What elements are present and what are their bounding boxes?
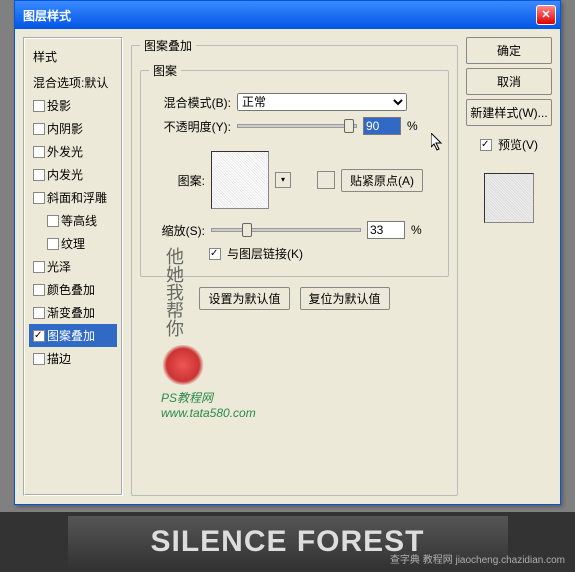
sidebar-label-7: 光泽: [47, 258, 71, 275]
sidebar-checkbox-8[interactable]: [33, 284, 45, 296]
snap-icon-button[interactable]: [317, 171, 335, 189]
opacity-suffix: %: [407, 119, 418, 133]
sidebar-blending-options[interactable]: 混合选项:默认: [29, 71, 117, 94]
opacity-label: 不透明度(Y):: [149, 118, 231, 135]
sidebar-item-5[interactable]: 等高线: [29, 209, 117, 232]
pattern-swatch[interactable]: [211, 151, 269, 209]
pattern-group-label: 图案: [149, 62, 181, 79]
styles-sidebar: 样式 混合选项:默认 投影内阴影外发光内发光斜面和浮雕等高线纹理光泽颜色叠加渐变…: [23, 37, 123, 496]
close-button[interactable]: ✕: [536, 5, 556, 25]
footer-watermark: 查字典 教程网 jiaocheng.chazidian.com: [390, 551, 565, 566]
sidebar-label-9: 渐变叠加: [47, 304, 95, 321]
ok-button[interactable]: 确定: [466, 37, 552, 64]
sidebar-label-0: 投影: [47, 97, 71, 114]
layer-style-dialog: 图层样式 ✕ 样式 混合选项:默认 投影内阴影外发光内发光斜面和浮雕等高线纹理光…: [14, 0, 561, 505]
sidebar-checkbox-0[interactable]: [33, 100, 45, 112]
link-with-layer-label: 与图层链接(K): [227, 245, 303, 262]
sidebar-label-6: 纹理: [61, 235, 85, 252]
sidebar-item-8[interactable]: 颜色叠加: [29, 278, 117, 301]
sidebar-label-4: 斜面和浮雕: [47, 189, 107, 206]
sidebar-item-2[interactable]: 外发光: [29, 140, 117, 163]
new-style-button[interactable]: 新建样式(W)...: [466, 99, 552, 126]
sidebar-checkbox-1[interactable]: [33, 123, 45, 135]
preview-label: 预览(V): [498, 136, 538, 153]
window-title: 图层样式: [19, 7, 536, 24]
sidebar-label-10: 图案叠加: [47, 327, 95, 344]
blend-mode-label: 混合模式(B):: [149, 94, 231, 111]
sidebar-checkbox-7[interactable]: [33, 261, 45, 273]
sidebar-checkbox-11[interactable]: [33, 353, 45, 365]
opacity-input[interactable]: [363, 117, 401, 135]
action-panel: 确定 取消 新建样式(W)... 预览(V): [466, 37, 552, 496]
preview-checkbox[interactable]: [480, 139, 492, 151]
opacity-slider[interactable]: [237, 124, 357, 128]
sidebar-item-9[interactable]: 渐变叠加: [29, 301, 117, 324]
scale-suffix: %: [411, 223, 422, 237]
scale-label: 缩放(S):: [149, 222, 205, 239]
footer: SILENCE FOREST 查字典 教程网 jiaocheng.chazidi…: [0, 512, 575, 572]
sidebar-label-3: 内发光: [47, 166, 83, 183]
sidebar-label-5: 等高线: [61, 212, 97, 229]
sidebar-checkbox-5[interactable]: [47, 215, 59, 227]
sidebar-item-3[interactable]: 内发光: [29, 163, 117, 186]
sidebar-checkbox-6[interactable]: [47, 238, 59, 250]
sidebar-item-1[interactable]: 内阴影: [29, 117, 117, 140]
sidebar-label-11: 描边: [47, 350, 71, 367]
sidebar-item-4[interactable]: 斜面和浮雕: [29, 186, 117, 209]
titlebar[interactable]: 图层样式 ✕: [15, 1, 560, 29]
scale-input[interactable]: [367, 221, 405, 239]
set-default-button[interactable]: 设置为默认值: [199, 287, 289, 310]
scale-slider-thumb[interactable]: [242, 223, 252, 237]
pattern-dropdown-button[interactable]: ▾: [275, 172, 291, 188]
snap-origin-button[interactable]: 贴紧原点(A): [341, 169, 423, 192]
main-title: 图案叠加: [140, 37, 196, 54]
sidebar-checkbox-4[interactable]: [33, 192, 45, 204]
sidebar-checkbox-2[interactable]: [33, 146, 45, 158]
preview-swatch: [484, 173, 534, 223]
sidebar-item-7[interactable]: 光泽: [29, 255, 117, 278]
sidebar-checkbox-9[interactable]: [33, 307, 45, 319]
reset-default-button[interactable]: 复位为默认值: [300, 287, 390, 310]
sidebar-item-6[interactable]: 纹理: [29, 232, 117, 255]
cancel-button[interactable]: 取消: [466, 68, 552, 95]
sidebar-item-11[interactable]: 描边: [29, 347, 117, 370]
settings-panel: 图案叠加 图案 混合模式(B): 正常 不透明度(Y):: [131, 37, 458, 496]
link-with-layer-checkbox[interactable]: [209, 248, 221, 260]
sidebar-checkbox-10[interactable]: [33, 330, 45, 342]
sidebar-checkbox-3[interactable]: [33, 169, 45, 181]
sidebar-label-2: 外发光: [47, 143, 83, 160]
blend-mode-select[interactable]: 正常: [237, 93, 407, 111]
sidebar-item-0[interactable]: 投影: [29, 94, 117, 117]
scale-slider[interactable]: [211, 228, 361, 232]
sidebar-header[interactable]: 样式: [29, 45, 117, 71]
sidebar-item-10[interactable]: 图案叠加: [29, 324, 117, 347]
sidebar-label-8: 颜色叠加: [47, 281, 95, 298]
pattern-label: 图案:: [149, 172, 205, 189]
opacity-slider-thumb[interactable]: [344, 119, 354, 133]
sidebar-label-1: 内阴影: [47, 120, 83, 137]
